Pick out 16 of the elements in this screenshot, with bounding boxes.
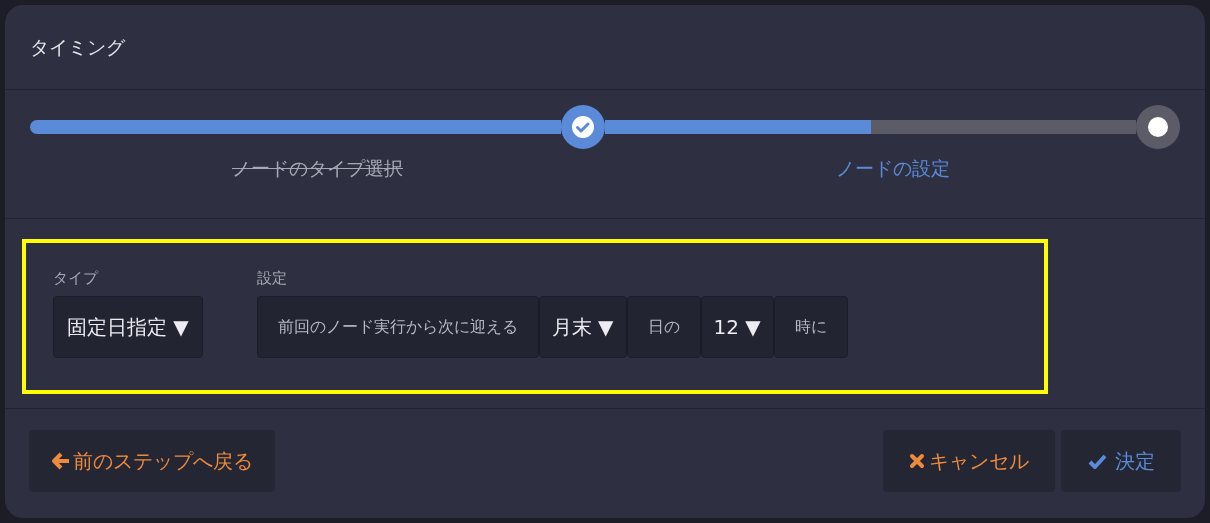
settings-dropdown[interactable]: 12 ▼ (700, 295, 774, 358)
step-label: ノードのタイプ選択 (232, 156, 403, 181)
dialog-title: タイミング (30, 34, 125, 60)
back-button[interactable]: 前のステップへ戻る (29, 429, 275, 492)
field-label: 設定 (256, 268, 288, 289)
arrow-left-icon (51, 450, 71, 471)
confirm-button[interactable]: 決定 (1061, 429, 1181, 492)
settings-text: 日の (626, 295, 701, 358)
field-label: タイプ (53, 268, 100, 289)
close-icon (909, 452, 925, 469)
step-label: ノードの設定 (835, 156, 950, 181)
cancel-button[interactable]: キャンセル (883, 429, 1055, 492)
settings-text: 時に (773, 295, 848, 358)
settings-text: 前回のノード実行から次に迎える (256, 295, 539, 358)
settings-dropdown[interactable]: 月末 ▼ (538, 295, 627, 358)
type-dropdown[interactable]: 固定日指定 ▼ (53, 295, 203, 358)
